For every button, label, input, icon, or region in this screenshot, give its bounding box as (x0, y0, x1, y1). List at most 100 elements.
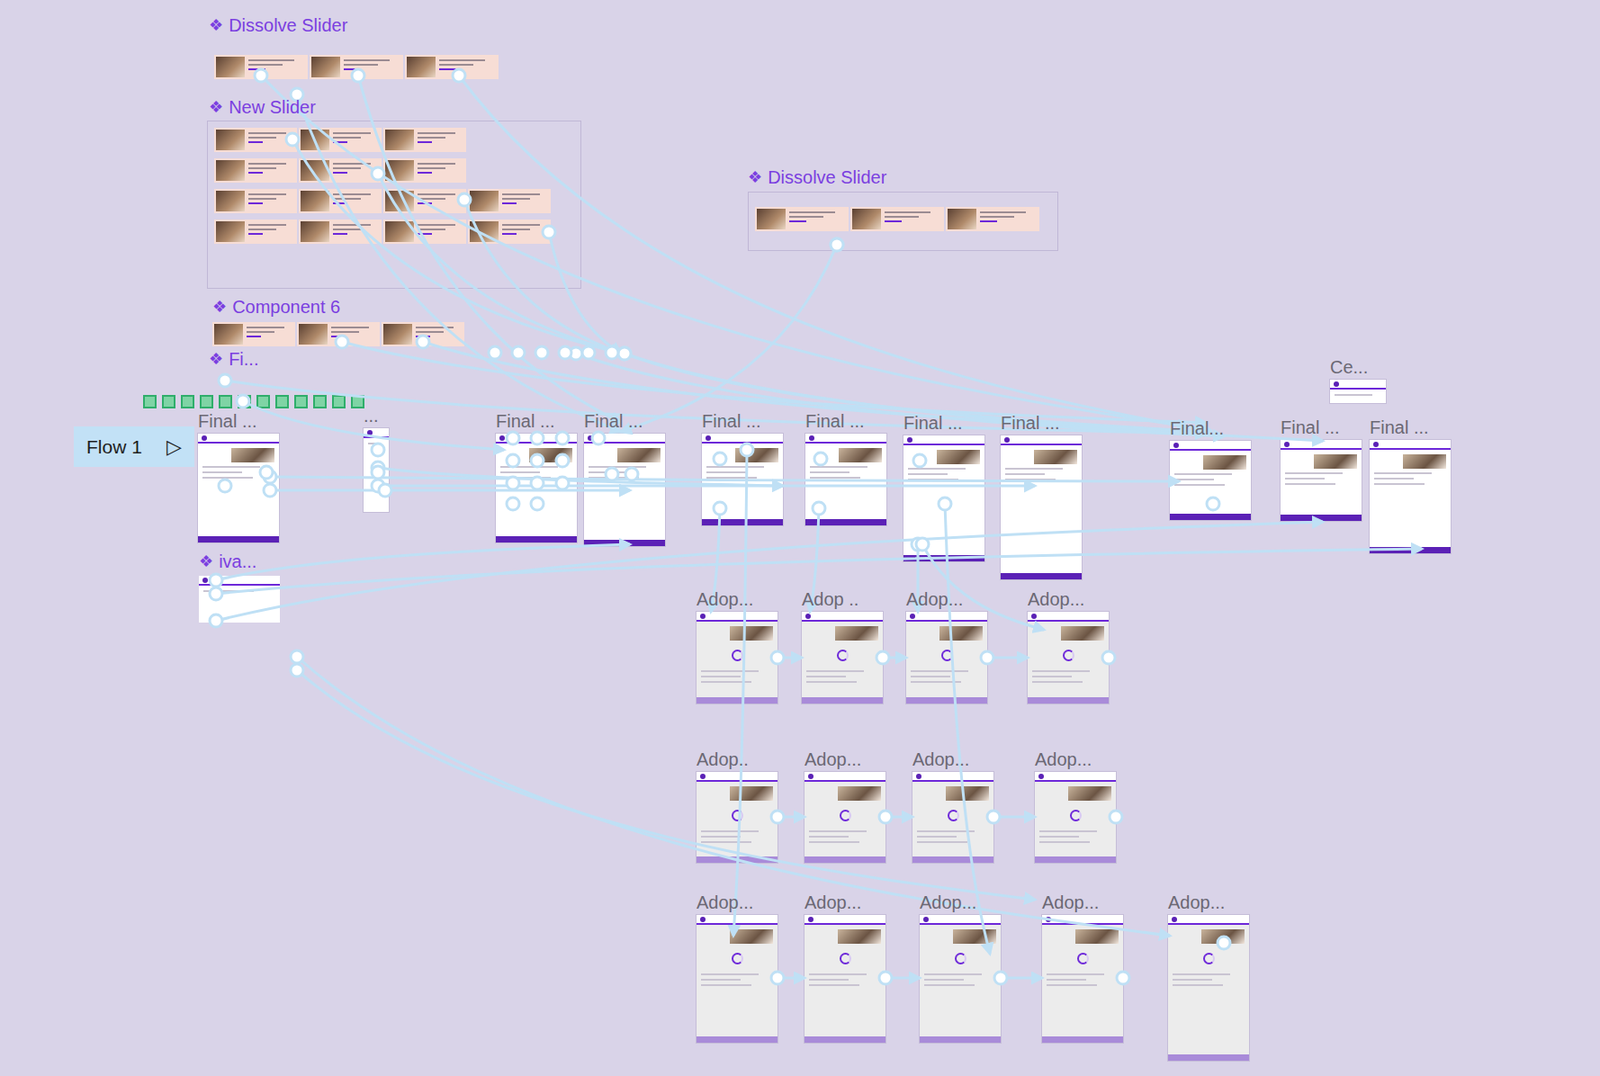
hotspot-icon[interactable] (913, 454, 926, 468)
frame-label[interactable]: ... (363, 404, 379, 427)
component-label[interactable]: ❖iva... (198, 550, 257, 573)
connection-arrow[interactable] (885, 977, 920, 980)
hotspot-icon[interactable] (506, 497, 520, 511)
hotspot-icon[interactable] (209, 587, 223, 601)
hotspot-icon[interactable] (218, 374, 232, 387)
slider-card[interactable] (755, 206, 849, 232)
frame-label[interactable]: Final ... (197, 410, 258, 432)
page-frame[interactable] (1330, 379, 1386, 404)
frame-label[interactable]: Adop... (912, 748, 970, 771)
connection-line[interactable] (733, 449, 747, 936)
adoption-frame[interactable] (801, 611, 883, 704)
connection-line[interactable] (215, 521, 1323, 621)
page-frame[interactable] (197, 433, 279, 543)
slider-card[interactable] (945, 206, 1040, 232)
frame-label[interactable]: Adop... (1034, 748, 1092, 771)
variant-square[interactable] (161, 395, 176, 409)
slider-card[interactable] (214, 54, 308, 80)
component-label[interactable]: ❖Dissolve Slider (208, 14, 348, 36)
frame-label[interactable]: Adop... (804, 748, 862, 771)
frame-label[interactable]: Adop... (696, 588, 754, 611)
frame-label[interactable]: Adop... (1168, 891, 1225, 914)
hotspot-icon[interactable] (879, 810, 892, 824)
hotspot-icon[interactable] (987, 810, 1000, 824)
hotspot-icon[interactable] (542, 225, 556, 239)
adoption-frame[interactable] (804, 772, 886, 863)
page-frame[interactable] (1280, 440, 1362, 522)
adoption-frame[interactable] (1034, 772, 1116, 863)
page-frame[interactable] (495, 433, 577, 543)
component-frame[interactable] (198, 575, 280, 623)
page-frame[interactable] (701, 433, 783, 526)
adoption-frame[interactable] (696, 772, 778, 863)
frame-label[interactable]: Adop... (906, 588, 963, 611)
variant-square[interactable] (350, 395, 365, 409)
frame-label[interactable]: Adop... (1042, 891, 1099, 914)
slider-card[interactable] (383, 158, 467, 183)
connection-line[interactable] (358, 75, 621, 423)
hotspot-icon[interactable] (371, 461, 385, 475)
frame-label[interactable]: Final ... (903, 412, 963, 434)
slider-card[interactable] (298, 127, 382, 153)
hotspot-icon[interactable] (592, 431, 605, 445)
slider-card[interactable] (214, 127, 297, 153)
hotspot-icon[interactable] (830, 238, 844, 252)
variant-strip[interactable] (143, 395, 365, 409)
hotspot-icon[interactable] (582, 346, 595, 360)
frame-label[interactable]: Adop... (1027, 588, 1085, 611)
frame-label[interactable]: Final ... (495, 410, 556, 432)
hotspot-icon[interactable] (535, 346, 549, 360)
slider-card[interactable] (383, 219, 467, 244)
variant-square[interactable] (199, 395, 214, 409)
frame-label[interactable]: Ce... (1330, 356, 1368, 378)
slider-row[interactable] (214, 158, 551, 183)
hotspot-icon[interactable] (876, 651, 890, 665)
hotspot-icon[interactable] (994, 971, 1007, 985)
connection-arrow[interactable] (987, 656, 1028, 660)
slider-row[interactable] (755, 206, 1040, 232)
connection-line[interactable] (575, 353, 1224, 437)
slider-variants[interactable] (214, 54, 499, 80)
hotspot-icon[interactable] (879, 971, 892, 985)
slider-variants[interactable] (755, 206, 1040, 232)
variant-square[interactable] (313, 395, 327, 409)
slider-row[interactable] (212, 322, 465, 347)
slider-card[interactable] (212, 322, 296, 347)
hotspot-icon[interactable] (618, 347, 631, 360)
slider-card[interactable] (298, 188, 382, 214)
hotspot-icon[interactable] (335, 335, 349, 349)
hotspot-icon[interactable] (530, 454, 544, 468)
page-frame[interactable] (584, 433, 666, 547)
hotspot-icon[interactable] (1116, 971, 1130, 985)
hotspot-icon[interactable] (814, 452, 827, 466)
hotspot-icon[interactable] (506, 454, 520, 468)
connection-arrow[interactable] (777, 816, 805, 819)
connection-line[interactable] (341, 341, 1206, 423)
connection-arrow[interactable] (993, 816, 1035, 819)
hotspot-icon[interactable] (209, 574, 223, 587)
hotspot-icon[interactable] (1102, 651, 1115, 665)
hotspot-icon[interactable] (530, 431, 544, 445)
connection-arrow[interactable] (777, 977, 805, 980)
slider-card[interactable] (850, 206, 944, 232)
component-label[interactable]: ❖Component 6 (212, 296, 341, 318)
adoption-frame[interactable] (1042, 915, 1124, 1043)
connection-line[interactable] (377, 467, 783, 486)
hotspot-icon[interactable] (569, 347, 583, 360)
hotspot-icon[interactable] (771, 651, 784, 665)
slider-row[interactable] (214, 127, 551, 153)
hotspot-icon[interactable] (290, 650, 304, 664)
frame-label[interactable]: Adop.. (696, 748, 749, 771)
slider-card[interactable] (309, 54, 404, 80)
hotspot-icon[interactable] (625, 467, 639, 481)
variant-square[interactable] (237, 395, 252, 409)
variant-square[interactable] (294, 395, 308, 409)
frame-label[interactable]: Adop .. (801, 588, 859, 611)
connection-arrow[interactable] (1000, 977, 1043, 980)
hotspot-icon[interactable] (830, 238, 844, 252)
connection-line[interactable] (620, 244, 837, 432)
connection-line[interactable] (215, 544, 630, 581)
hotspot-icon[interactable] (506, 476, 520, 490)
hotspot-icon[interactable] (488, 346, 502, 360)
connection-line[interactable] (548, 232, 621, 354)
